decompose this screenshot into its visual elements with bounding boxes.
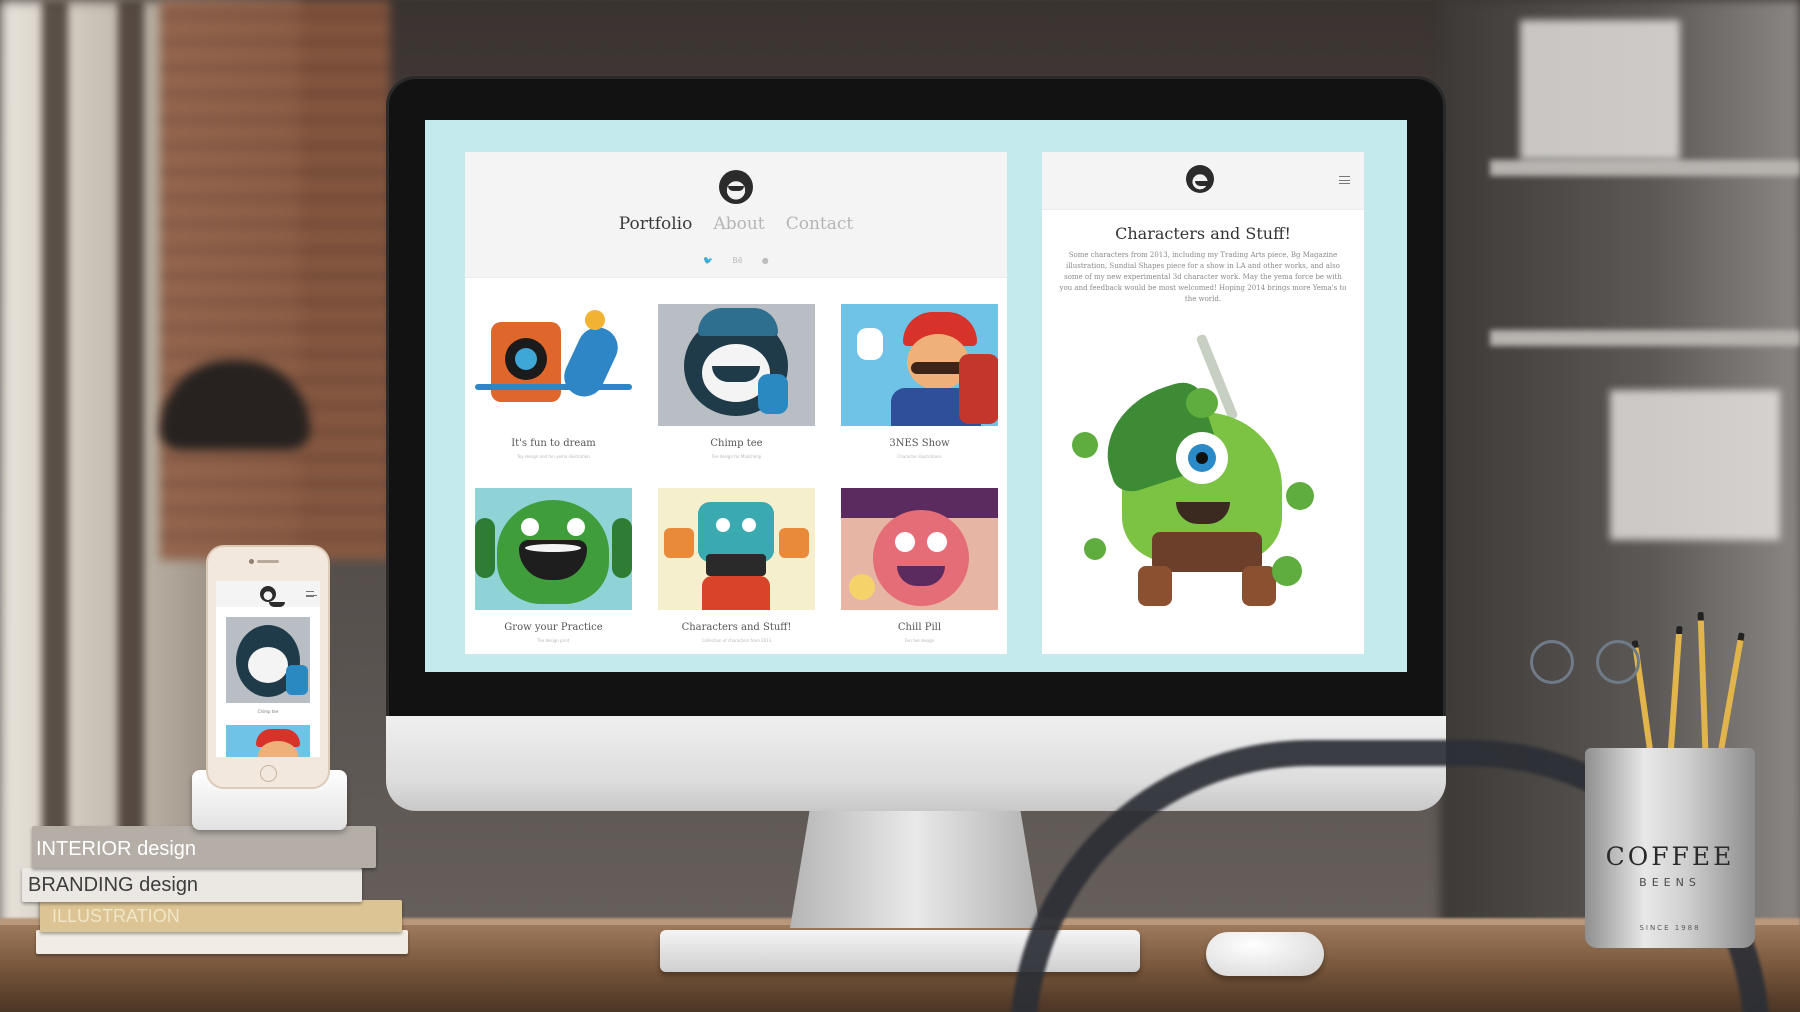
card-subtitle: Fun tee design <box>904 638 935 643</box>
post-title: Characters and Stuff! <box>1115 224 1291 243</box>
window-frame <box>118 0 144 930</box>
portfolio-card[interactable]: Chill Pill Fun tee design <box>841 488 998 648</box>
camera-icon <box>249 559 254 564</box>
card-subtitle: Tee design print <box>537 638 570 643</box>
card-title: It's fun to dream <box>511 438 596 449</box>
card-title: Chill Pill <box>897 622 942 633</box>
phone-speaker <box>257 560 279 563</box>
card-artwork <box>658 488 815 610</box>
behance-icon[interactable]: Bē <box>732 256 742 265</box>
book-label: ILLUSTRATION <box>52 906 180 926</box>
card-title: 3NES Show <box>889 438 950 449</box>
card-subtitle: Tee design for Mailchimp <box>711 454 762 459</box>
portfolio-card[interactable]: Characters and Stuff! Collection of char… <box>658 488 815 648</box>
card-artwork <box>475 304 632 426</box>
post-page: Characters and Stuff! Some characters fr… <box>1042 152 1364 654</box>
yema-logo[interactable] <box>1186 165 1214 193</box>
post-body: Some characters from 2013, including my … <box>1059 251 1347 303</box>
main-nav: Portfolio About Contact <box>465 214 1007 234</box>
phone-card-artwork <box>226 617 310 703</box>
portfolio-card[interactable]: Grow your Practice Tee design print <box>475 488 632 648</box>
yema-logo[interactable] <box>719 170 753 204</box>
book <box>36 930 408 954</box>
card-artwork <box>841 488 998 610</box>
dribbble-icon[interactable]: ● <box>762 256 769 265</box>
nav-about[interactable]: About <box>713 214 764 234</box>
menu-icon[interactable] <box>306 591 317 597</box>
book: ILLUSTRATION <box>40 900 402 932</box>
portfolio-page: Portfolio About Contact 🐦 Bē ● It's fun … <box>465 152 1007 654</box>
portfolio-header: Portfolio About Contact 🐦 Bē ● <box>465 152 1007 278</box>
book: BRANDING design <box>22 868 362 902</box>
imac-screen: Portfolio About Contact 🐦 Bē ● It's fun … <box>425 120 1407 672</box>
post-hero-illustration <box>1072 332 1334 632</box>
card-artwork <box>658 304 815 426</box>
nav-contact[interactable]: Contact <box>786 214 854 234</box>
card-artwork <box>841 304 998 426</box>
book: INTERIOR design <box>32 826 376 868</box>
cup-sublabel: BEENS <box>1639 876 1701 889</box>
phone-card-artwork <box>226 725 310 757</box>
card-subtitle: Toy design and fun yema illustration <box>517 454 590 459</box>
smartphone: Chimp tee <box>206 545 330 789</box>
yema-logo[interactable] <box>260 586 285 607</box>
home-button <box>260 765 277 782</box>
twitter-icon[interactable]: 🐦 <box>703 256 713 265</box>
scissors <box>1596 640 1640 684</box>
menu-icon[interactable] <box>1339 176 1350 184</box>
portfolio-card[interactable]: 3NES Show Character illustrations <box>841 304 998 464</box>
shelf <box>1490 160 1800 176</box>
card-title: Grow your Practice <box>504 622 603 633</box>
cup-label: COFFEE <box>1605 842 1735 871</box>
book-label: BRANDING design <box>28 874 199 896</box>
card-title: Characters and Stuff! <box>681 622 792 633</box>
shelf <box>1490 330 1800 346</box>
post-header <box>1042 152 1364 210</box>
portfolio-card[interactable]: Chimp tee Tee design for Mailchimp <box>658 304 815 464</box>
phone-screen: Chimp tee <box>216 581 320 757</box>
nav-portfolio[interactable]: Portfolio <box>619 214 693 234</box>
portfolio-card[interactable]: It's fun to dream Toy design and fun yem… <box>475 304 632 464</box>
card-subtitle: Collection of characters from 2013 <box>701 638 772 643</box>
phone-card-title: Chimp tee <box>257 709 279 714</box>
imac-stand <box>790 808 1040 928</box>
brick-wall <box>160 0 390 560</box>
book-label: INTERIOR design <box>36 838 197 860</box>
card-subtitle: Character illustrations <box>897 454 942 459</box>
card-artwork <box>475 488 632 610</box>
window-frame <box>42 0 68 930</box>
shelf-box <box>1610 390 1780 540</box>
card-title: Chimp tee <box>710 438 763 449</box>
shelf-box <box>1520 20 1680 160</box>
cup-since: SINCE 1988 <box>1639 924 1701 932</box>
scissors <box>1530 640 1574 684</box>
social-links: 🐦 Bē ● <box>465 248 1007 267</box>
